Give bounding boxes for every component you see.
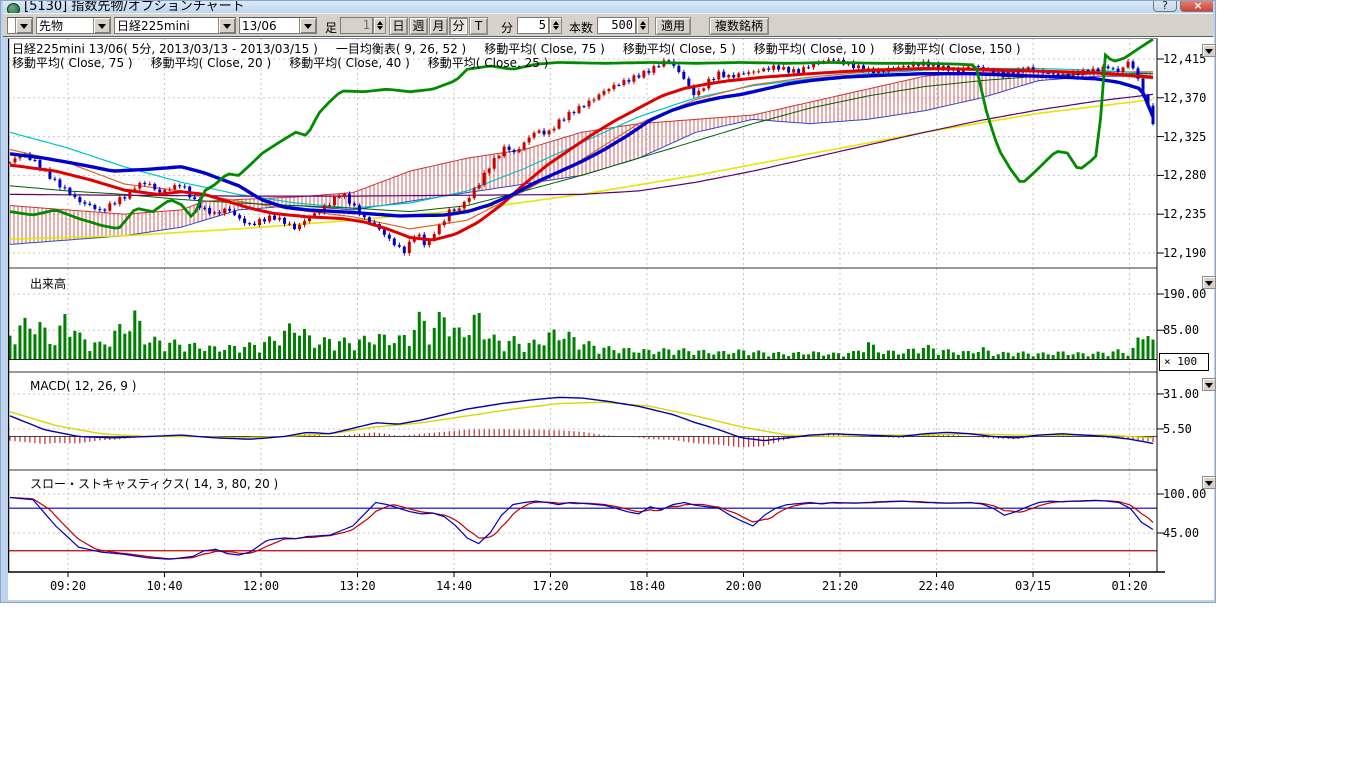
period-button-tick[interactable]: T (469, 17, 488, 35)
x-axis-label: 13:20 (326, 579, 390, 593)
price-y-axis-label: 12,325 (1163, 130, 1215, 144)
dropdown-arrow-icon (1205, 281, 1213, 286)
macd-y-axis-label: 5.50 (1163, 422, 1215, 436)
app-icon (7, 3, 20, 13)
apply-button[interactable]: 適用 (655, 17, 691, 35)
combo-arrow-icon[interactable] (218, 18, 235, 33)
x-axis-label: 22:40 (905, 579, 969, 593)
chart-window: [5130] 指数先物/オプションチャート ? × 先物 日経225mini 1… (0, 0, 1216, 603)
legend-item: 移動平均( Close, 40 ) (289, 56, 410, 70)
bars-label: 本数 (569, 19, 593, 36)
minute-value[interactable]: 5 (517, 17, 549, 34)
bar-number-value[interactable]: 500 (597, 17, 636, 34)
contract-select[interactable]: 13/06 (239, 17, 317, 34)
title-bar[interactable]: [5130] 指数先物/オプションチャート ? × (3, 1, 1213, 13)
spinner-arrows-icon[interactable] (373, 17, 386, 34)
volume-y-axis-label: 85.00 (1163, 323, 1215, 337)
chart-background: 日経225mini 13/06( 5分, 2013/03/13 - 2013/0… (8, 37, 1214, 600)
spinner-arrows-icon[interactable] (549, 17, 562, 34)
volume-y-axis-label: 190.00 (1163, 287, 1215, 301)
x-axis-label: 20:00 (712, 579, 776, 593)
close-button[interactable]: × (1180, 1, 1213, 12)
price-y-axis-label: 12,280 (1163, 168, 1215, 182)
minute-label: 分 (501, 19, 513, 36)
dropdown-arrow-icon (1205, 383, 1213, 388)
legend-item: 移動平均( Close, 150 ) (892, 42, 1020, 56)
dropdown-arrow-icon (1205, 49, 1213, 54)
x-axis-label: 03/15 (1001, 579, 1065, 593)
dropdown-arrow-icon (1205, 481, 1213, 486)
stoch-label: スロー・ストキャスティクス( 14, 3, 80, 20 ) (30, 475, 278, 492)
combo-arrow-icon[interactable] (299, 18, 316, 33)
bar-count-spinner[interactable]: 1 (340, 17, 386, 34)
stoch-y-axis-label: 45.00 (1163, 526, 1215, 540)
toolbar: 先物 日経225mini 13/06 足 1 日 週 月 分 T 分 (3, 13, 1213, 38)
panel-settings-button[interactable] (1202, 476, 1216, 489)
category-value: 先物 (39, 19, 93, 33)
x-axis-label: 17:20 (519, 579, 583, 593)
period-button-month[interactable]: 月 (429, 17, 448, 35)
x-axis-label: 10:40 (133, 579, 197, 593)
symbol-select[interactable]: 日経225mini (114, 17, 236, 34)
bar-number-spinner[interactable]: 500 (597, 17, 649, 34)
price-y-axis-label: 12,190 (1163, 246, 1215, 260)
symbol-value: 日経225mini (117, 19, 218, 33)
combo-arrow-icon[interactable] (93, 18, 110, 33)
price-panel-legend-line2: 移動平均( Close, 75 ) 移動平均( Close, 20 ) 移動平均( … (12, 54, 566, 71)
price-y-axis-label: 12,235 (1163, 207, 1215, 221)
panel-settings-button[interactable] (1202, 378, 1216, 391)
x-axis-label: 18:40 (615, 579, 679, 593)
multi-symbol-button[interactable]: 複数銘柄 (709, 17, 769, 35)
x-axis-label: 21:20 (808, 579, 872, 593)
x-axis-label: 12:00 (229, 579, 293, 593)
bar-count-value[interactable]: 1 (340, 17, 373, 34)
legend-item: 移動平均( Close, 20 ) (151, 56, 272, 70)
window-title: [5130] 指数先物/オプションチャート (24, 1, 245, 13)
legend-item: 移動平均( Close, 75 ) (12, 56, 133, 70)
x-axis-label: 14:40 (422, 579, 486, 593)
legend-item: 移動平均( Close, 5 ) (623, 42, 736, 56)
macd-label: MACD( 12, 26, 9 ) (30, 379, 136, 393)
volume-label: 出来高 (30, 275, 66, 292)
period-button-day[interactable]: 日 (389, 17, 408, 35)
price-y-axis-label: 12,370 (1163, 91, 1215, 105)
contract-value: 13/06 (242, 19, 299, 33)
panel-settings-button[interactable] (1202, 44, 1216, 57)
bar-label: 足 (325, 19, 337, 36)
help-button[interactable]: ? (1153, 1, 1177, 12)
main-chart-svg[interactable] (8, 38, 1214, 578)
desktop-canvas: [5130] 指数先物/オプションチャート ? × 先物 日経225mini 1… (0, 0, 1366, 768)
favorites-dropdown[interactable] (7, 17, 33, 34)
spinner-arrows-icon[interactable] (636, 17, 649, 34)
combo-arrow-icon[interactable] (15, 18, 32, 33)
x-axis-label: 09:20 (36, 579, 100, 593)
x-axis-label: 01:20 (1098, 579, 1162, 593)
volume-multiplier-badge: × 100 (1159, 353, 1209, 371)
period-button-week[interactable]: 週 (409, 17, 428, 35)
chart-plot[interactable]: 日経225mini 13/06( 5分, 2013/03/13 - 2013/0… (8, 38, 1214, 600)
minute-spinner[interactable]: 5 (517, 17, 562, 34)
period-button-minute[interactable]: 分 (449, 17, 468, 35)
legend-item: 移動平均( Close, 10 ) (754, 42, 875, 56)
chart-area: 日経225mini 13/06( 5分, 2013/03/13 - 2013/0… (3, 36, 1213, 598)
panel-settings-button[interactable] (1202, 276, 1216, 289)
stoch-y-axis-label: 100.00 (1163, 487, 1215, 501)
category-select[interactable]: 先物 (36, 17, 111, 34)
legend-item: 移動平均( Close, 25 ) (428, 56, 549, 70)
